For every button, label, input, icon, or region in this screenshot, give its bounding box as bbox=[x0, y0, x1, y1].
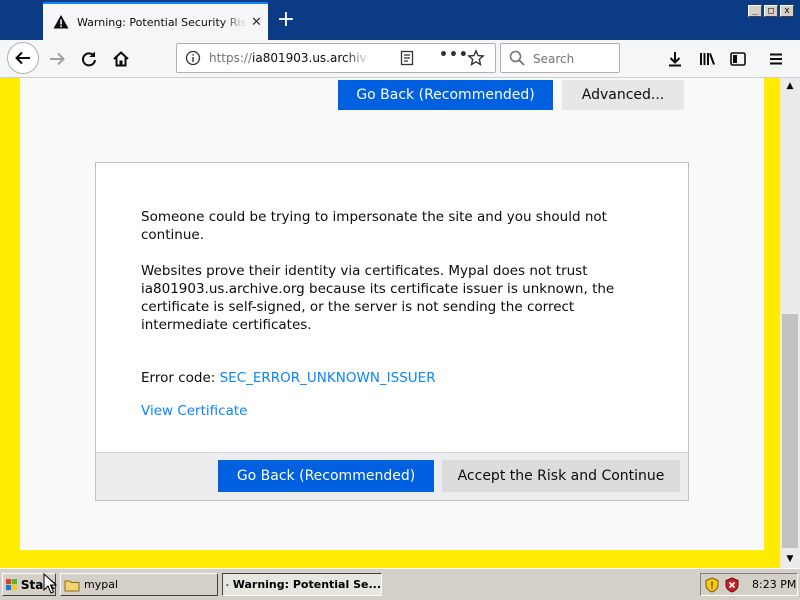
reload-button[interactable] bbox=[75, 45, 103, 73]
warning-icon bbox=[53, 15, 69, 29]
go-back-button-top[interactable]: Go Back (Recommended) bbox=[338, 80, 553, 110]
sidebar-icon bbox=[730, 52, 746, 66]
new-tab-button[interactable]: + bbox=[276, 8, 296, 32]
search-bar[interactable]: Search bbox=[500, 43, 620, 73]
error-page: Go Back (Recommended) Advanced... Someon… bbox=[20, 78, 764, 550]
scroll-up-arrow[interactable]: ▲ bbox=[780, 78, 800, 95]
advanced-button[interactable]: Advanced... bbox=[562, 80, 684, 110]
details-button-bar: Go Back (Recommended) Accept the Risk an… bbox=[96, 452, 688, 500]
hamburger-menu-icon bbox=[770, 53, 782, 65]
url-bar[interactable]: https://ia801903.us.archive.org ••• bbox=[176, 43, 496, 73]
page-viewport: Go Back (Recommended) Advanced... Someon… bbox=[0, 78, 780, 568]
taskbar: Start mypal Warning: Potential Se... 8:2… bbox=[0, 568, 800, 600]
sidebar-button[interactable] bbox=[724, 45, 752, 73]
scroll-down-arrow[interactable]: ▼ bbox=[780, 551, 800, 568]
impersonate-warning-text: Someone could be trying to impersonate t… bbox=[141, 209, 607, 243]
download-icon bbox=[669, 52, 681, 67]
system-tray: 8:23 PM bbox=[700, 573, 798, 596]
bookmark-star-icon[interactable] bbox=[467, 49, 485, 67]
mypal-app-icon bbox=[226, 583, 229, 586]
library-icon bbox=[700, 53, 715, 65]
back-button[interactable] bbox=[7, 42, 39, 74]
windows-logo-icon bbox=[6, 578, 18, 590]
search-icon bbox=[509, 50, 525, 66]
task-label: Warning: Potential Se... bbox=[232, 578, 381, 591]
security-shield-icon[interactable] bbox=[704, 576, 720, 593]
search-placeholder: Search bbox=[533, 52, 575, 66]
downloads-button[interactable] bbox=[661, 45, 689, 73]
advanced-details-panel: Someone could be trying to impersonate t… bbox=[95, 162, 689, 501]
alert-shield-icon[interactable] bbox=[724, 576, 740, 593]
certificate-explanation-text: Websites prove their identity via certif… bbox=[141, 263, 615, 333]
task-mypal-folder[interactable]: mypal bbox=[60, 573, 218, 596]
error-code-label: Error code: bbox=[141, 370, 220, 386]
home-button[interactable] bbox=[107, 45, 135, 73]
url-host: ia801903.us.archive.org bbox=[252, 51, 369, 65]
forward-arrow-icon bbox=[50, 52, 65, 66]
close-window-button[interactable]: x bbox=[780, 5, 794, 17]
nav-toolbar: https://ia801903.us.archive.org ••• Sear… bbox=[0, 40, 800, 78]
library-button[interactable] bbox=[693, 45, 721, 73]
maximize-button[interactable]: □ bbox=[764, 5, 778, 17]
url-prefix: https:// bbox=[209, 51, 253, 65]
forward-button[interactable] bbox=[43, 45, 71, 73]
page-scrollbar[interactable]: ▲ ▼ bbox=[780, 78, 800, 568]
back-arrow-icon bbox=[15, 51, 30, 65]
menu-button[interactable] bbox=[762, 45, 790, 73]
page-actions-button[interactable]: ••• bbox=[439, 47, 469, 63]
tab-title: Warning: Potential Security Risk Ahead bbox=[77, 15, 247, 29]
reader-view-icon[interactable] bbox=[399, 50, 415, 66]
error-code-link[interactable]: SEC_ERROR_UNKNOWN_ISSUER bbox=[220, 370, 436, 386]
title-bar: Warning: Potential Security Risk Ahead ✕… bbox=[0, 0, 800, 40]
info-icon[interactable] bbox=[185, 50, 201, 66]
url-text[interactable]: https://ia801903.us.archive.org bbox=[209, 51, 369, 65]
tab-close-icon[interactable]: ✕ bbox=[251, 15, 262, 30]
tab-security-warning[interactable]: Warning: Potential Security Risk Ahead ✕ bbox=[43, 2, 268, 40]
window-controls: _ □ x bbox=[748, 5, 794, 17]
task-label: mypal bbox=[84, 578, 119, 591]
go-back-button-bottom[interactable]: Go Back (Recommended) bbox=[218, 460, 434, 492]
accept-risk-button[interactable]: Accept the Risk and Continue bbox=[442, 460, 680, 492]
home-icon bbox=[113, 51, 129, 67]
clock: 8:23 PM bbox=[752, 578, 797, 591]
view-certificate-link[interactable]: View Certificate bbox=[141, 403, 247, 419]
minimize-button[interactable]: _ bbox=[748, 5, 762, 17]
task-browser-window[interactable]: Warning: Potential Se... bbox=[222, 573, 382, 596]
tab-strip-start bbox=[0, 6, 42, 40]
scrollbar-thumb[interactable] bbox=[782, 314, 798, 548]
folder-icon bbox=[64, 580, 80, 591]
reload-icon bbox=[82, 51, 96, 67]
mouse-cursor-icon bbox=[43, 573, 57, 594]
error-code-line: Error code: SEC_ERROR_UNKNOWN_ISSUER bbox=[141, 370, 436, 386]
